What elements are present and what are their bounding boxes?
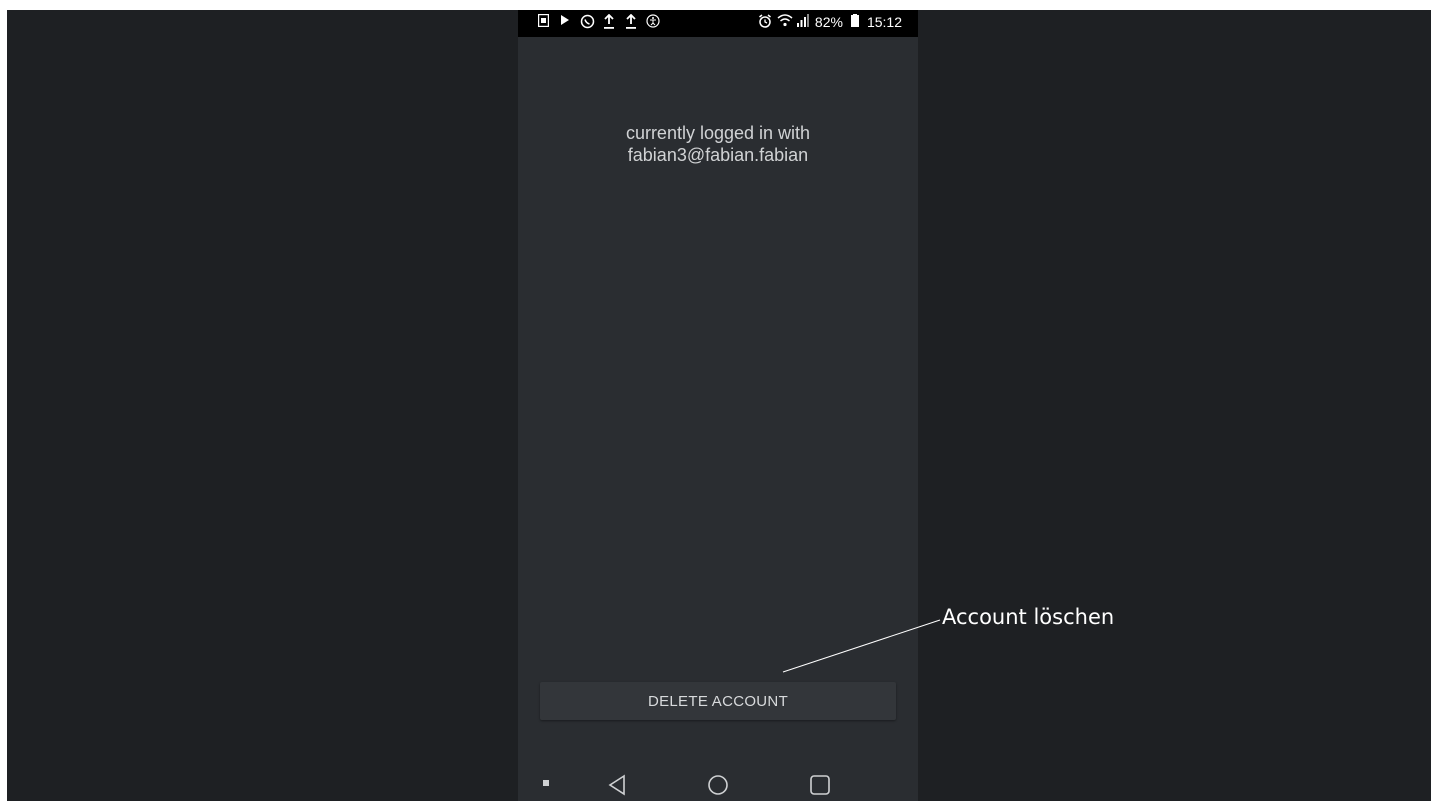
upload-icon <box>624 13 638 30</box>
status-bar: 82% 15:12 <box>518 10 918 37</box>
phone-screen: 82% 15:12 currently logged in with fabia… <box>518 10 918 801</box>
alarm-icon <box>758 14 772 30</box>
system-status: 82% 15:12 <box>758 14 902 30</box>
navigation-bar <box>518 770 918 801</box>
sim-icon <box>536 13 550 30</box>
login-status: currently logged in with fabian3@fabian.… <box>518 122 918 166</box>
login-email: fabian3@fabian.fabian <box>627 145 809 165</box>
nav-indicator-dot <box>543 780 549 786</box>
clock: 15:12 <box>866 14 902 30</box>
battery-percent: 82% <box>814 14 843 30</box>
recents-icon[interactable] <box>808 773 832 797</box>
whatsapp-icon <box>580 14 595 30</box>
login-status-label: currently logged in with <box>625 123 811 143</box>
accessibility-icon <box>646 14 660 30</box>
upload-icon <box>602 13 616 30</box>
wifi-icon <box>777 14 793 30</box>
delete-account-button[interactable]: DELETE ACCOUNT <box>540 682 896 720</box>
notification-icons <box>536 13 660 30</box>
signal-icon <box>796 14 810 30</box>
annotation-label: Account löschen <box>942 605 1115 629</box>
battery-icon <box>848 14 862 30</box>
back-icon[interactable] <box>606 773 630 797</box>
home-icon[interactable] <box>706 773 730 797</box>
play-icon <box>558 14 572 30</box>
